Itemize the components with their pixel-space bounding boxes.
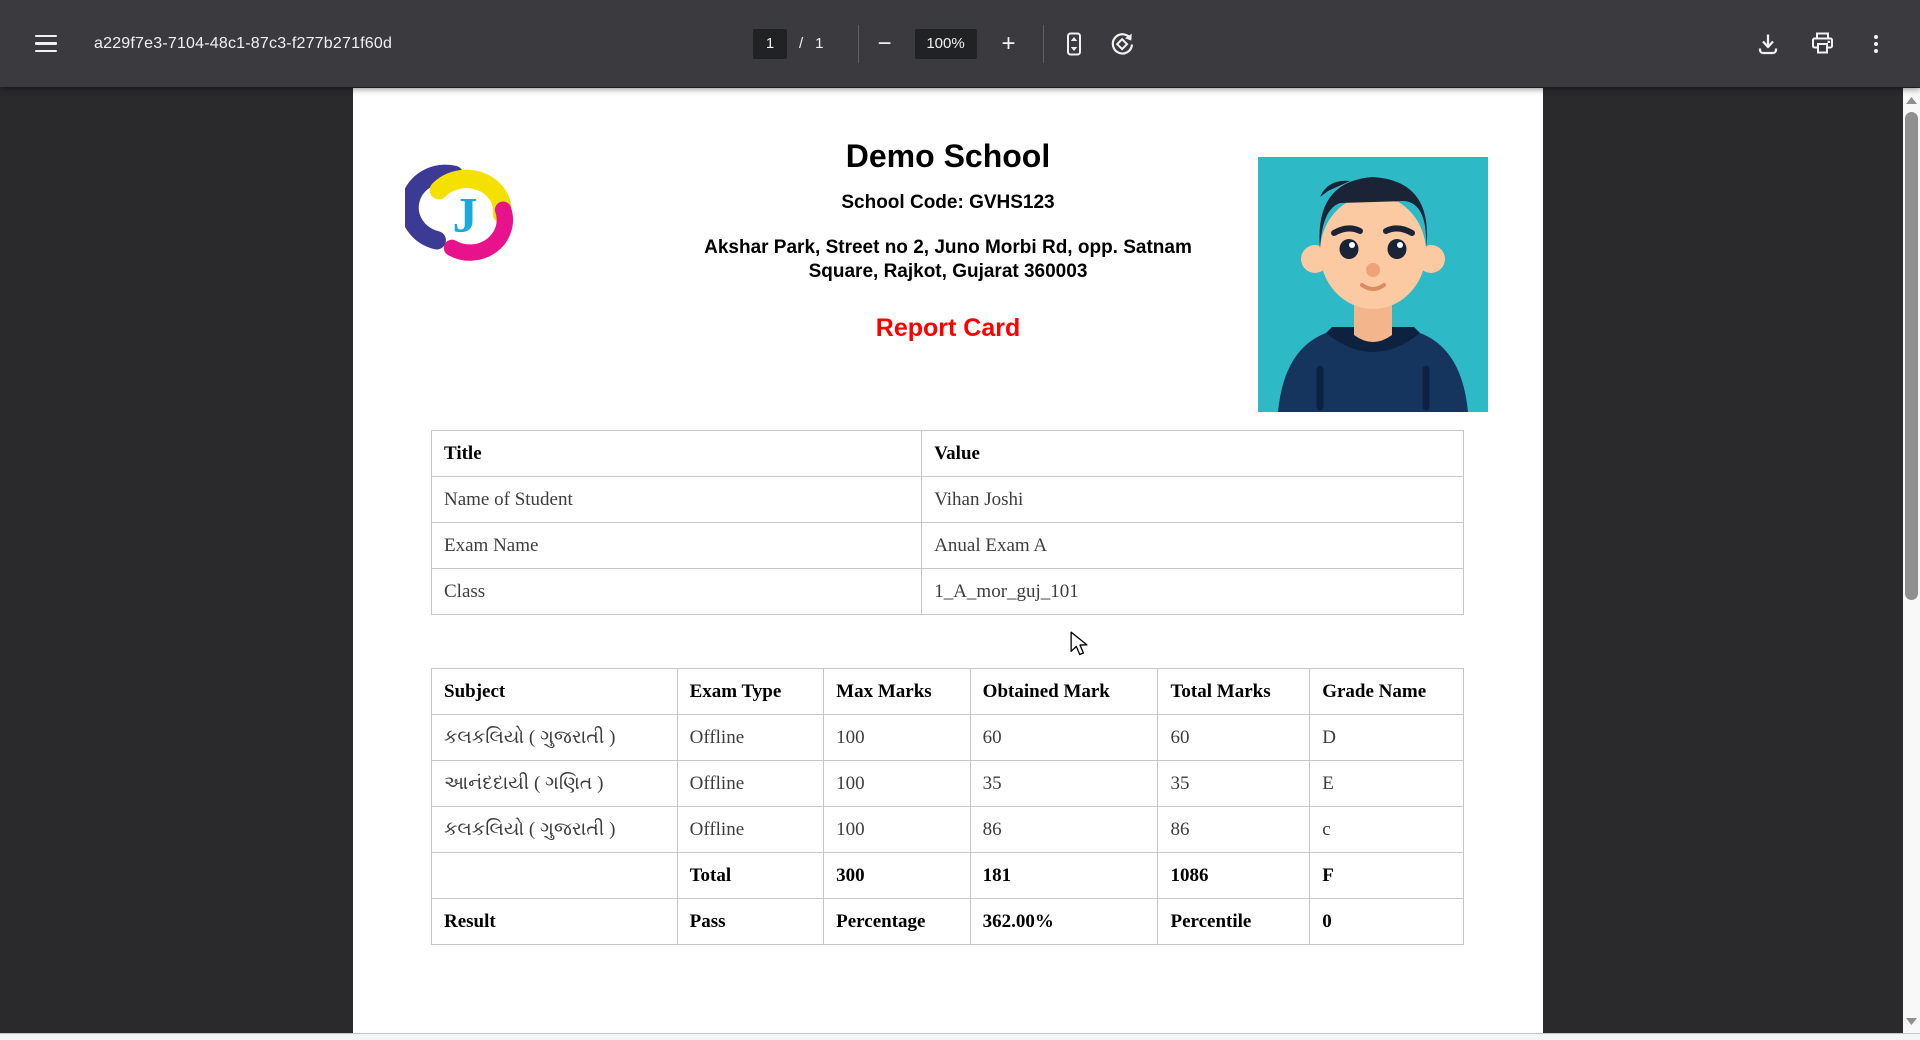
cell-value: 1_A_mor_guj_101 — [922, 569, 1464, 615]
cell-grade: c — [1310, 807, 1464, 853]
rotate-button[interactable] — [1104, 26, 1140, 62]
toolbar-divider — [1043, 25, 1044, 63]
download-button[interactable] — [1750, 26, 1786, 62]
zoom-level-value: 100% — [926, 35, 964, 52]
page-number-value: 1 — [766, 35, 774, 52]
header-grade-name: Grade Name — [1310, 669, 1464, 715]
zoom-level-input[interactable]: 100% — [915, 29, 977, 59]
table-row: Class 1_A_mor_guj_101 — [432, 569, 1464, 615]
header-title: Title — [432, 431, 922, 477]
more-options-button[interactable] — [1858, 26, 1894, 62]
download-icon — [1755, 31, 1781, 57]
zoom-in-button[interactable]: + — [991, 26, 1027, 62]
rotate-counterclockwise-icon — [1109, 31, 1135, 57]
header-value: Value — [922, 431, 1464, 477]
cell-percentage-value: 362.00% — [970, 899, 1158, 945]
table-row: કલકલિયો ( ગુજરાતી ) Offline 100 60 60 D — [432, 715, 1464, 761]
cell-percentile-label: Percentile — [1158, 899, 1310, 945]
header-exam-type: Exam Type — [677, 669, 824, 715]
cell-exam-type: Offline — [677, 761, 824, 807]
cell-total-label: Total — [677, 853, 824, 899]
cell-total-marks: 35 — [1158, 761, 1310, 807]
table-header-row: Title Value — [432, 431, 1464, 477]
scroll-up-icon — [1906, 97, 1917, 104]
scroll-down-button[interactable] — [1903, 1014, 1920, 1028]
result-row: Result Pass Percentage 362.00% Percentil… — [432, 899, 1464, 945]
header-total-marks: Total Marks — [1158, 669, 1310, 715]
marks-table: Subject Exam Type Max Marks Obtained Mar… — [431, 668, 1464, 945]
cell-result-label: Result — [432, 899, 678, 945]
student-photo — [1258, 157, 1488, 412]
table-row: Exam Name Anual Exam A — [432, 523, 1464, 569]
cell-obtained-mark: 35 — [970, 761, 1158, 807]
table-header-row: Subject Exam Type Max Marks Obtained Mar… — [432, 669, 1464, 715]
student-info-table: Title Value Name of Student Vihan Joshi … — [431, 430, 1464, 615]
document-title: a229f7e3-7104-48c1-87c3-f277b271f60d — [94, 35, 392, 53]
horizontal-scrollbar[interactable] — [0, 1033, 1920, 1040]
zoom-out-button[interactable]: − — [867, 26, 903, 62]
cell-grade: E — [1310, 761, 1464, 807]
pdf-page: J Demo School School Code: GVHS123 Aksha… — [353, 88, 1543, 1040]
cell-subject: કલકલિયો ( ગુજરાતી ) — [432, 807, 678, 853]
cell-max-marks: 100 — [824, 807, 971, 853]
cell-percentile-value: 0 — [1310, 899, 1464, 945]
cell-label: Name of Student — [432, 477, 922, 523]
cell-exam-type: Offline — [677, 715, 824, 761]
cell-result-value: Pass — [677, 899, 824, 945]
header-obtained-mark: Obtained Mark — [970, 669, 1158, 715]
cell-total-marks: 60 — [1158, 715, 1310, 761]
scrollbar-thumb[interactable] — [1905, 112, 1918, 600]
kebab-menu-icon — [1864, 32, 1888, 56]
cell-total-obtained: 181 — [970, 853, 1158, 899]
print-button[interactable] — [1804, 26, 1840, 62]
header-max-marks: Max Marks — [824, 669, 971, 715]
cell-empty — [432, 853, 678, 899]
cell-obtained-mark: 86 — [970, 807, 1158, 853]
scroll-down-icon — [1906, 1018, 1917, 1025]
cell-percentage-label: Percentage — [824, 899, 971, 945]
print-icon — [1809, 30, 1836, 57]
toolbar-divider — [858, 25, 859, 63]
cell-max-marks: 100 — [824, 761, 971, 807]
cell-label: Class — [432, 569, 922, 615]
cell-exam-type: Offline — [677, 807, 824, 853]
cell-obtained-mark: 60 — [970, 715, 1158, 761]
header-subject: Subject — [432, 669, 678, 715]
cell-grade: D — [1310, 715, 1464, 761]
cell-total-max: 300 — [824, 853, 971, 899]
cell-total-marks: 1086 — [1158, 853, 1310, 899]
cell-label: Exam Name — [432, 523, 922, 569]
vertical-scrollbar[interactable] — [1903, 88, 1920, 1034]
scroll-up-button[interactable] — [1903, 93, 1920, 107]
page-total: 1 — [815, 35, 823, 52]
cell-total-marks: 86 — [1158, 807, 1310, 853]
page-separator: / — [799, 35, 803, 52]
total-row: Total 300 181 1086 F — [432, 853, 1464, 899]
fit-to-page-button[interactable] — [1056, 26, 1092, 62]
cell-total-grade: F — [1310, 853, 1464, 899]
pdf-toolbar: a229f7e3-7104-48c1-87c3-f277b271f60d 1 /… — [0, 0, 1920, 87]
pdf-viewer-area: J Demo School School Code: GVHS123 Aksha… — [0, 87, 1920, 1040]
table-row: Name of Student Vihan Joshi — [432, 477, 1464, 523]
cell-value: Anual Exam A — [922, 523, 1464, 569]
table-row: આનંદદાયી ( ગણિત ) Offline 100 35 35 E — [432, 761, 1464, 807]
cell-max-marks: 100 — [824, 715, 971, 761]
cell-value: Vihan Joshi — [922, 477, 1464, 523]
menu-icon[interactable] — [18, 16, 74, 72]
table-row: કલકલિયો ( ગુજરાતી ) Offline 100 86 86 c — [432, 807, 1464, 853]
fit-to-page-icon — [1061, 31, 1087, 57]
cell-subject: કલકલિયો ( ગુજરાતી ) — [432, 715, 678, 761]
cell-subject: આનંદદાયી ( ગણિત ) — [432, 761, 678, 807]
page-number-input[interactable]: 1 — [753, 29, 787, 59]
